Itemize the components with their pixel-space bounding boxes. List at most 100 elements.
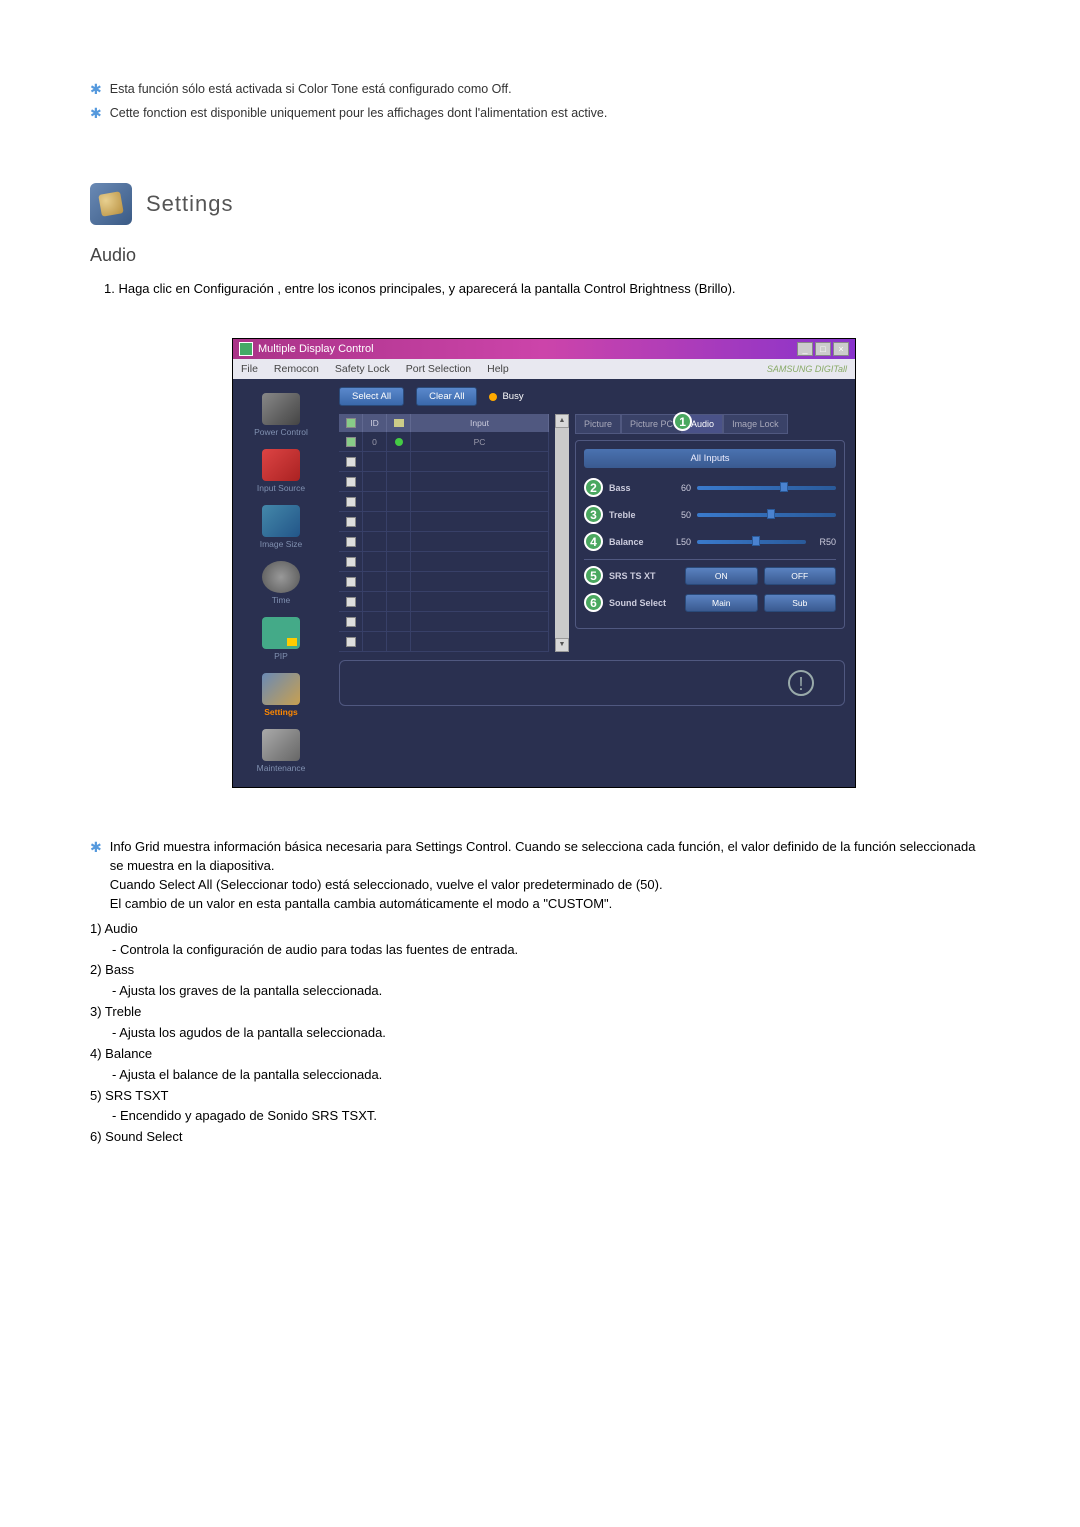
close-button[interactable]: ×	[833, 342, 849, 356]
desc-head: Info Grid muestra información básica nec…	[110, 838, 990, 876]
row-checkbox[interactable]	[339, 552, 363, 571]
row-checkbox[interactable]	[339, 472, 363, 491]
grid-scrollbar[interactable]: ▲ ▼	[555, 414, 569, 652]
tab-imagelock[interactable]: Image Lock	[723, 414, 788, 434]
menu-help[interactable]: Help	[487, 363, 509, 375]
srs-row: 5 SRS TS XT ON OFF	[584, 566, 836, 585]
list-item-desc: - Controla la configuración de audio par…	[112, 941, 990, 960]
note-text: Esta función sólo está activada si Color…	[110, 80, 512, 99]
sidebar-item-powercontrol[interactable]: Power Control	[239, 389, 323, 441]
clear-all-button[interactable]: Clear All	[416, 387, 477, 406]
table-row[interactable]	[339, 492, 549, 512]
callout-1: 1	[673, 412, 692, 431]
info-grid: ID Input 0PC	[339, 414, 549, 652]
soundselect-main-button[interactable]: Main	[685, 594, 758, 612]
app-icon	[239, 342, 253, 356]
sidebar-item-maintenance[interactable]: Maintenance	[239, 725, 323, 777]
balance-slider[interactable]	[697, 540, 806, 544]
row-status	[387, 572, 411, 591]
treble-label: Treble	[609, 510, 661, 520]
table-row[interactable]	[339, 552, 549, 572]
app-window: Multiple Display Control _ □ × File Remo…	[232, 338, 856, 788]
bass-label: Bass	[609, 483, 661, 493]
inputsource-icon	[262, 449, 300, 481]
srs-label: SRS TS XT	[609, 571, 679, 581]
callout-5: 5	[584, 566, 603, 585]
menubar: File Remocon Safety Lock Port Selection …	[233, 359, 855, 379]
table-row[interactable]	[339, 592, 549, 612]
grid-header-check[interactable]	[339, 414, 363, 432]
sidebar-item-time[interactable]: Time	[239, 557, 323, 609]
settings-icon	[262, 673, 300, 705]
balance-right: R50	[812, 537, 836, 547]
row-checkbox[interactable]	[339, 512, 363, 531]
busy-indicator: Busy	[489, 391, 523, 402]
desc-line3: El cambio de un valor en esta pantalla c…	[110, 895, 990, 914]
row-status	[387, 612, 411, 631]
menu-safetylock[interactable]: Safety Lock	[335, 363, 390, 375]
row-checkbox[interactable]	[339, 452, 363, 471]
srs-on-button[interactable]: ON	[685, 567, 758, 585]
row-checkbox[interactable]	[339, 572, 363, 591]
list-item-label: 2) Bass	[90, 961, 990, 980]
sidebar-item-inputsource[interactable]: Input Source	[239, 445, 323, 497]
desc-line2: Cuando Select All (Seleccionar todo) est…	[110, 876, 990, 895]
row-checkbox[interactable]	[339, 532, 363, 551]
balance-row: 4 Balance L50 R50	[584, 532, 836, 551]
table-row[interactable]	[339, 632, 549, 652]
srs-off-button[interactable]: OFF	[764, 567, 837, 585]
menu-remocon[interactable]: Remocon	[274, 363, 319, 375]
sidebar-item-imagesize[interactable]: Image Size	[239, 501, 323, 553]
tab-picture[interactable]: Picture	[575, 414, 621, 434]
list-item-desc: - Ajusta los graves de la pantalla selec…	[112, 982, 990, 1001]
row-checkbox[interactable]	[339, 612, 363, 631]
brand-label: SAMSUNG DIGITall	[767, 364, 847, 374]
list-item-label: 1) Audio	[90, 920, 990, 939]
status-panel: !	[339, 660, 845, 706]
soundselect-label: Sound Select	[609, 598, 679, 608]
list-item-label: 4) Balance	[90, 1045, 990, 1064]
row-status	[387, 532, 411, 551]
sidebar-item-settings[interactable]: Settings	[239, 669, 323, 721]
scroll-down-button[interactable]: ▼	[555, 638, 569, 652]
tab-audio[interactable]: 1 Audio	[682, 414, 723, 434]
row-checkbox[interactable]	[339, 492, 363, 511]
treble-slider[interactable]	[697, 513, 836, 517]
balance-left: L50	[667, 537, 691, 547]
table-row[interactable]	[339, 512, 549, 532]
minimize-button[interactable]: _	[797, 342, 813, 356]
menu-portselection[interactable]: Port Selection	[406, 363, 471, 375]
select-all-button[interactable]: Select All	[339, 387, 404, 406]
menu-file[interactable]: File	[241, 363, 258, 375]
titlebar: Multiple Display Control _ □ ×	[233, 339, 855, 359]
callout-4: 4	[584, 532, 603, 551]
row-id: 0	[363, 432, 387, 451]
list-item-label: 5) SRS TSXT	[90, 1087, 990, 1106]
bass-value: 60	[667, 483, 691, 493]
star-icon: ✱	[90, 838, 102, 858]
balance-label: Balance	[609, 537, 661, 547]
row-checkbox[interactable]	[339, 432, 363, 451]
table-row[interactable]	[339, 532, 549, 552]
maximize-button[interactable]: □	[815, 342, 831, 356]
table-row[interactable]	[339, 612, 549, 632]
sidebar-item-pip[interactable]: PIP	[239, 613, 323, 665]
soundselect-sub-button[interactable]: Sub	[764, 594, 837, 612]
row-status	[387, 512, 411, 531]
row-id	[363, 612, 387, 631]
row-checkbox[interactable]	[339, 592, 363, 611]
table-row[interactable]	[339, 452, 549, 472]
treble-value: 50	[667, 510, 691, 520]
row-id	[363, 492, 387, 511]
list-item-desc: - Ajusta el balance de la pantalla selec…	[112, 1066, 990, 1085]
scroll-up-button[interactable]: ▲	[555, 414, 569, 428]
section-title: Settings	[146, 191, 234, 217]
table-row[interactable]	[339, 472, 549, 492]
table-row[interactable]: 0PC	[339, 432, 549, 452]
row-input	[411, 532, 549, 551]
table-row[interactable]	[339, 572, 549, 592]
soundselect-row: 6 Sound Select Main Sub	[584, 593, 836, 612]
callout-2: 2	[584, 478, 603, 497]
row-checkbox[interactable]	[339, 632, 363, 651]
bass-slider[interactable]	[697, 486, 836, 490]
